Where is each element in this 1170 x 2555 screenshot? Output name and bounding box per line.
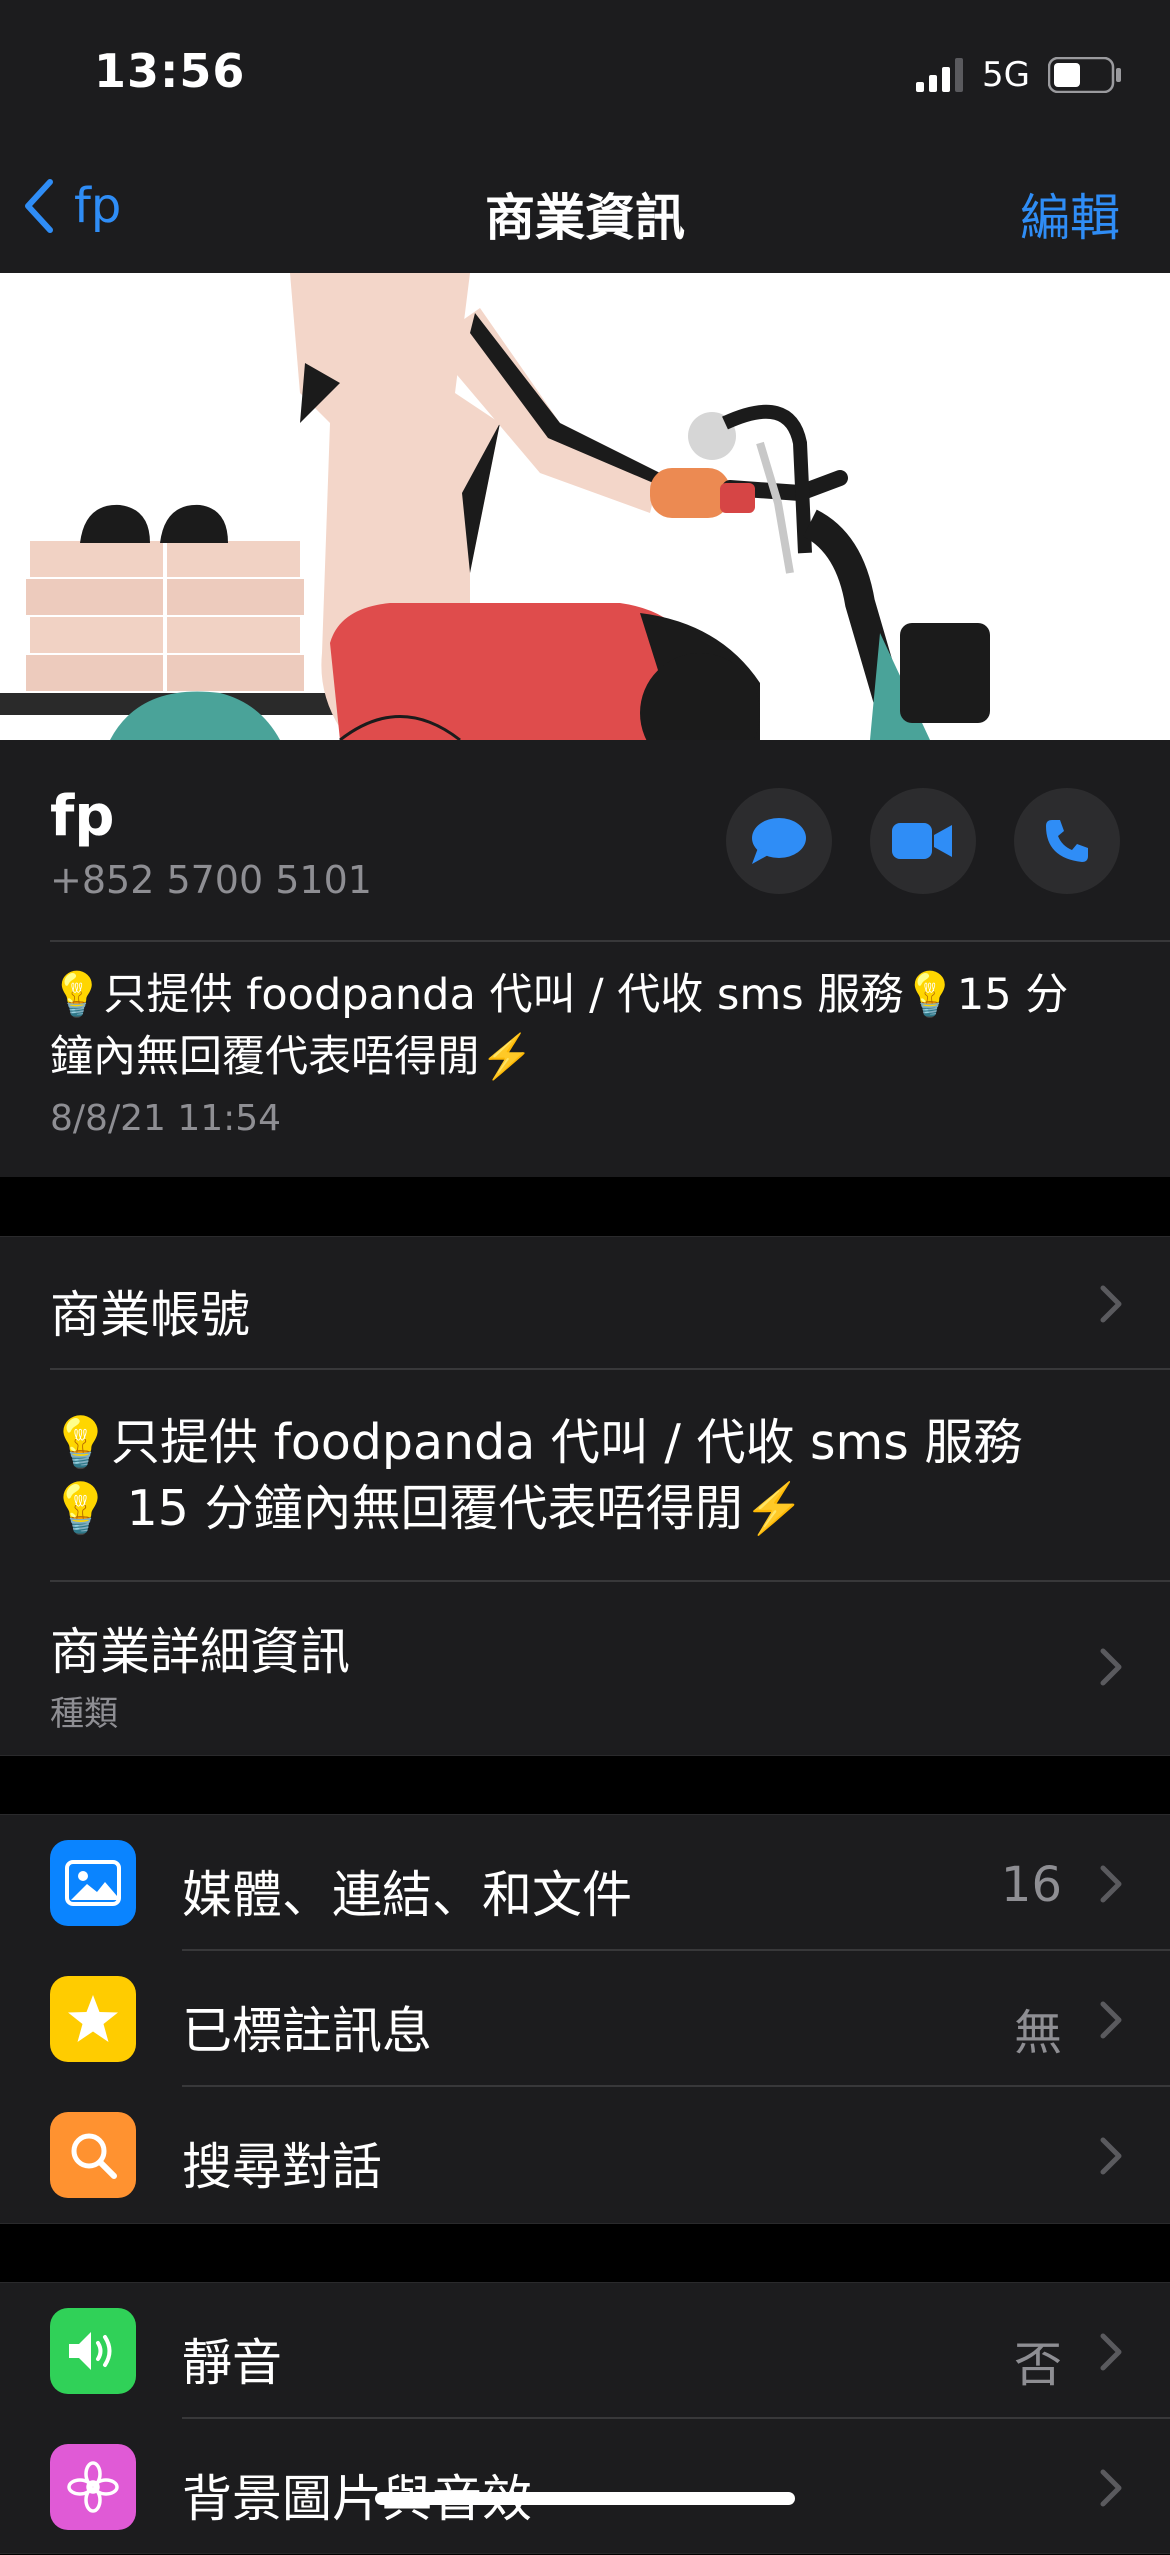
business-account-row[interactable]: 商業帳號 <box>0 1237 1170 1370</box>
status-indicators: 5G <box>916 52 1122 98</box>
phone-icon <box>1046 820 1088 862</box>
message-button[interactable] <box>726 788 832 894</box>
navigation-bar: fp 商業資訊 編輯 <box>0 150 1170 273</box>
settings-group: 靜音 否 背景圖片與音效 <box>0 2282 1170 2554</box>
media-count: 16 <box>1000 1857 1062 1913</box>
flower-icon <box>50 2444 136 2530</box>
profile-banner-image[interactable] <box>0 273 1170 740</box>
about-text: 💡只提供 foodpanda 代叫 / 代收 sms 服務💡15 分鐘內無回覆代… <box>50 970 1069 1082</box>
chevron-right-icon <box>1100 1865 1122 1903</box>
mute-row[interactable]: 靜音 否 <box>0 2283 1170 2419</box>
chevron-right-icon <box>1100 2137 1122 2175</box>
business-description-row: 💡只提供 foodpanda 代叫 / 代收 sms 服務💡 15 分鐘內無回覆… <box>0 1370 1170 1582</box>
speaker-icon <box>50 2308 136 2394</box>
media-links-docs-label: 媒體、連結、和文件 <box>182 1866 632 1924</box>
business-details-label: 商業詳細資訊 <box>50 1623 350 1681</box>
edit-button[interactable]: 編輯 <box>1020 178 1120 250</box>
contact-header: fp +852 5700 5101 💡只提供 foodpanda 代叫 / 代收… <box>0 740 1170 1177</box>
business-info-group: 商業帳號 💡只提供 foodpanda 代叫 / 代收 sms 服務💡 15 分… <box>0 1236 1170 1756</box>
chevron-right-icon <box>1100 2333 1122 2371</box>
business-account-label: 商業帳號 <box>50 1286 250 1344</box>
starred-messages-row[interactable]: 已標註訊息 無 <box>0 1951 1170 2087</box>
search-chat-row[interactable]: 搜尋對話 <box>0 2087 1170 2223</box>
search-chat-label: 搜尋對話 <box>182 2138 382 2196</box>
video-call-icon <box>892 823 952 859</box>
battery-icon <box>1048 57 1121 93</box>
starred-count: 無 <box>1013 2005 1062 2061</box>
business-description: 💡只提供 foodpanda 代叫 / 代收 sms 服務💡 15 分鐘內無回覆… <box>50 1414 1023 1537</box>
signal-icon <box>916 58 964 92</box>
wallpaper-sound-row[interactable]: 背景圖片與音效 <box>0 2419 1170 2555</box>
search-icon <box>50 2112 136 2198</box>
network-label: 5G <box>982 55 1030 95</box>
chat-items-group: 媒體、連結、和文件 16 已標註訊息 無 搜尋對話 <box>0 1814 1170 2224</box>
chevron-right-icon <box>1100 1648 1122 1686</box>
status-bar: 13:56 5G <box>0 0 1170 150</box>
message-icon <box>752 818 806 864</box>
media-links-docs-row[interactable]: 媒體、連結、和文件 16 <box>0 1815 1170 1951</box>
page-title: 商業資訊 <box>485 189 685 247</box>
voice-call-button[interactable] <box>1014 788 1120 894</box>
contact-name: fp <box>50 784 115 849</box>
contact-phone[interactable]: +852 5700 5101 <box>50 858 372 902</box>
mute-value: 否 <box>1013 2337 1062 2393</box>
delivery-rider-illustration <box>0 273 1170 740</box>
status-time: 13:56 <box>94 44 246 98</box>
mute-label: 靜音 <box>182 2334 282 2392</box>
divider <box>50 940 1170 942</box>
home-indicator[interactable] <box>375 2492 795 2505</box>
chevron-right-icon <box>1100 1285 1122 1323</box>
business-details-sublabel: 種類 <box>50 1694 118 1734</box>
video-call-button[interactable] <box>870 788 976 894</box>
business-details-row[interactable]: 商業詳細資訊 種類 <box>0 1582 1170 1755</box>
about-date: 8/8/21 11:54 <box>50 1098 282 1139</box>
star-icon <box>50 1976 136 2062</box>
photo-icon <box>50 1840 136 1926</box>
chevron-right-icon <box>1100 2469 1122 2507</box>
starred-messages-label: 已標註訊息 <box>182 2002 432 2060</box>
chevron-right-icon <box>1100 2001 1122 2039</box>
